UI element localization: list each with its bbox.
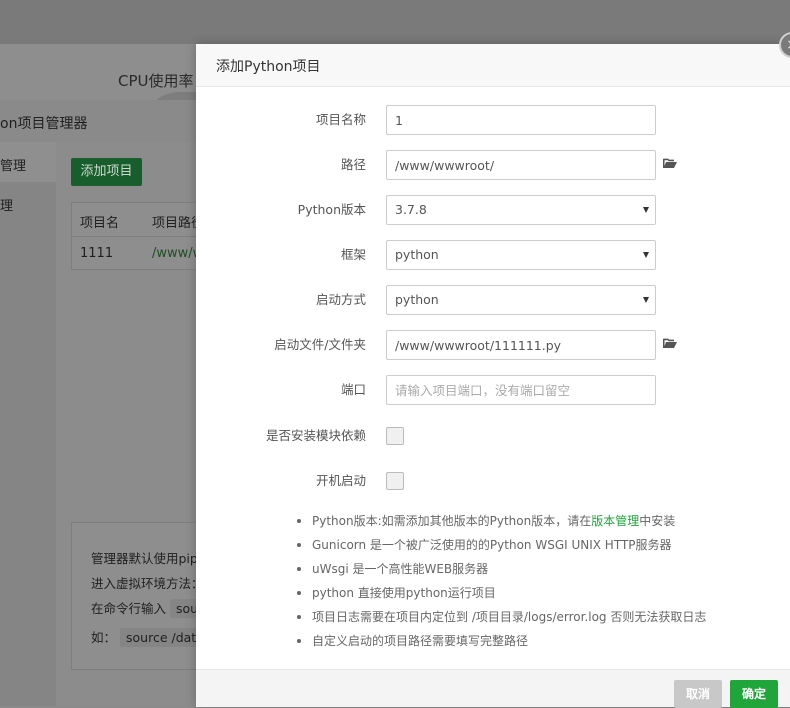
form-row-port: 端口	[196, 375, 790, 405]
project-manager-title: on项目管理器	[0, 116, 88, 132]
add-python-project-dialog: 添加Python项目 项目名称 路径 Python版本 3.7.8 框架 pyt…	[196, 44, 790, 708]
note-text: 在命令行输入	[91, 601, 167, 616]
dialog-footer: 取消 确定	[196, 669, 790, 708]
caret-down-icon	[643, 252, 649, 258]
note-line: 在命令行输入 sou	[91, 598, 205, 618]
form-row-autostart: 开机启动	[196, 466, 790, 496]
select-value: 3.7.8	[395, 202, 427, 217]
field-label: Python版本	[297, 202, 366, 217]
confirm-button[interactable]: 确定	[730, 680, 778, 708]
list-item: 自定义启动的项目路径需要填写完整路径	[294, 632, 774, 656]
form-row-install-deps: 是否安装模块依赖	[196, 421, 790, 451]
framework-select[interactable]: python	[386, 240, 656, 270]
select-value: python	[395, 247, 439, 262]
sidebar-item-label[interactable]: 管理	[0, 155, 26, 174]
note-line: 进入虚拟环境方法：	[91, 576, 204, 591]
caret-down-icon	[643, 207, 649, 213]
field-label: 项目名称	[315, 112, 366, 127]
project-path-input[interactable]	[386, 150, 656, 180]
field-label: 框架	[340, 247, 366, 262]
select-value: python	[395, 292, 439, 307]
list-item: uWsgi 是一个高性能WEB服务器	[294, 560, 774, 584]
project-name-input[interactable]	[386, 105, 656, 135]
list-item: 项目日志需要在项目内定位到 /项目目录/logs/error.log 否则无法获…	[294, 608, 774, 632]
cpu-usage-label: CPU使用率	[118, 72, 194, 90]
form-row-start-mode: 启动方式 python	[196, 285, 790, 315]
field-label: 开机启动	[315, 473, 366, 488]
table-cell-name: 1111	[80, 246, 114, 261]
port-input[interactable]	[386, 375, 656, 405]
help-tips-list: Python版本:如需添加其他版本的Python版本，请在版本管理中安装 Gun…	[294, 512, 774, 656]
start-file-input[interactable]	[386, 330, 656, 360]
install-deps-checkbox[interactable]	[386, 427, 404, 445]
caret-down-icon	[643, 297, 649, 303]
form-row-python-version: Python版本 3.7.8	[196, 195, 790, 225]
project-manager-sidebar	[0, 142, 56, 706]
field-label: 是否安装模块依赖	[265, 428, 366, 443]
form-row-path: 路径	[196, 150, 790, 180]
note-line: 管理器默认使用pip	[91, 551, 198, 566]
field-label: 启动方式	[315, 292, 366, 307]
add-project-button[interactable]: 添加项目	[71, 158, 142, 186]
top-bar	[0, 0, 790, 44]
tip-text: Python版本:如需添加其他版本的Python版本，请在	[312, 514, 592, 528]
dialog-header: 添加Python项目	[196, 44, 790, 87]
form-row-start-file: 启动文件/文件夹	[196, 330, 790, 360]
dialog-title: 添加Python项目	[216, 59, 321, 75]
list-item: python 直接使用python运行项目	[294, 584, 774, 608]
autostart-checkbox[interactable]	[386, 472, 404, 490]
sidebar-item-label[interactable]: 理	[0, 195, 13, 214]
field-label: 路径	[340, 157, 366, 172]
start-mode-select[interactable]: python	[386, 285, 656, 315]
folder-open-icon[interactable]	[663, 338, 677, 348]
note-line: 如： source /data	[91, 627, 210, 647]
form-row-framework: 框架 python	[196, 240, 790, 270]
version-manager-link[interactable]: 版本管理	[591, 514, 639, 528]
field-label: 端口	[340, 382, 366, 397]
table-divider	[71, 236, 200, 237]
tip-text: 中安装	[639, 514, 676, 528]
list-item: Gunicorn 是一个被广泛使用的的Python WSGI UNIX HTTP…	[294, 536, 774, 560]
help-note-box	[71, 522, 200, 670]
note-text: 如：	[91, 630, 117, 645]
folder-open-icon[interactable]	[663, 158, 677, 168]
table-header-name: 项目名	[80, 216, 120, 231]
form-row-name: 项目名称	[196, 105, 790, 135]
python-version-select[interactable]: 3.7.8	[386, 195, 656, 225]
field-label: 启动文件/文件夹	[274, 337, 366, 352]
list-item: Python版本:如需添加其他版本的Python版本，请在版本管理中安装	[294, 512, 774, 536]
cancel-button[interactable]: 取消	[674, 680, 722, 708]
